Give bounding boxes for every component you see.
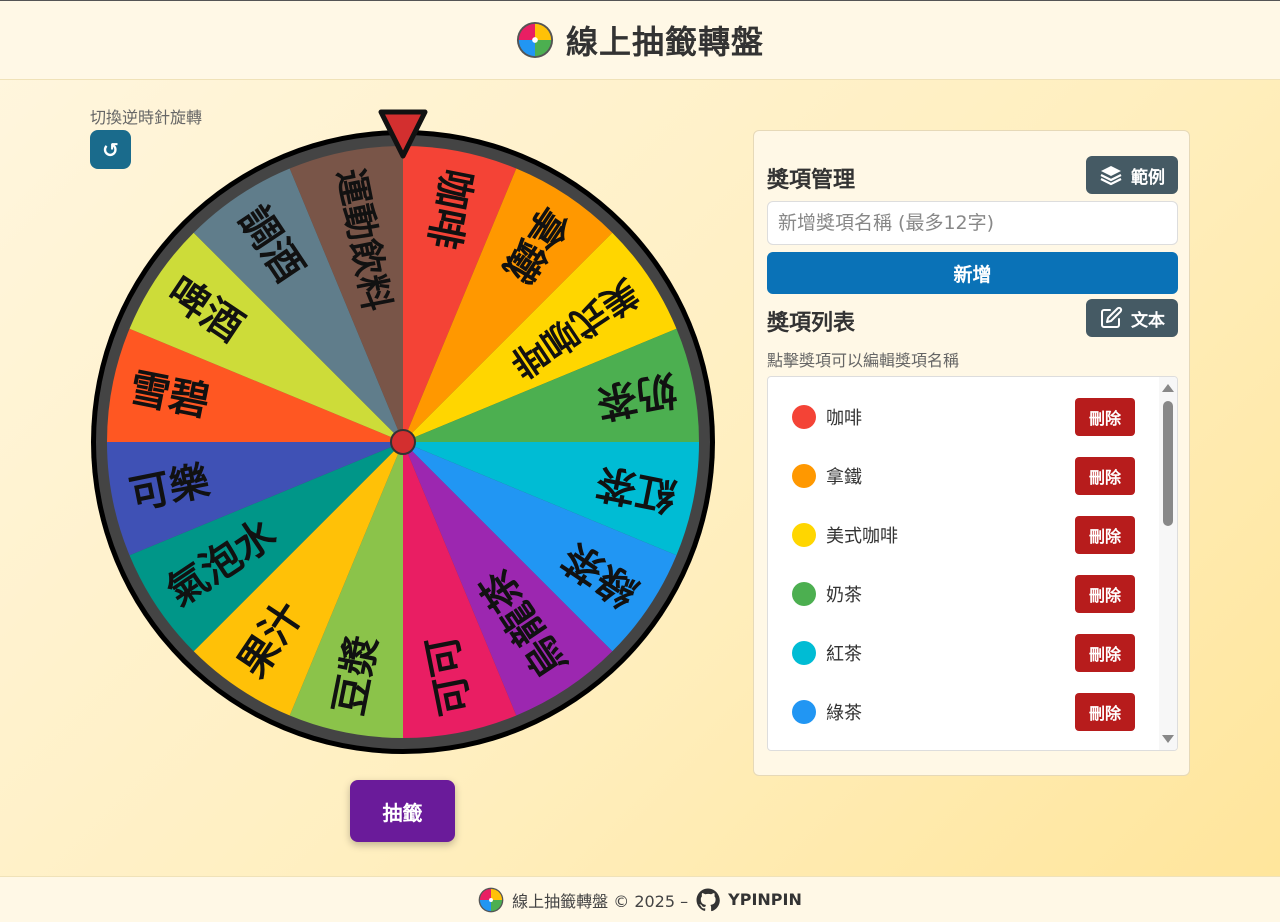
delete-button[interactable]: 刪除	[1075, 692, 1135, 731]
scroll-up-icon[interactable]	[1162, 384, 1174, 392]
edit-icon	[1101, 306, 1123, 328]
list-item-label[interactable]: 紅茶	[826, 640, 862, 666]
color-dot	[792, 404, 816, 429]
list-scrollbar[interactable]	[1159, 377, 1177, 750]
color-wheel-logo-icon	[478, 887, 504, 912]
list-item[interactable]: 綠茶 刪除	[768, 682, 1158, 741]
list-item-label[interactable]: 咖啡	[826, 404, 862, 430]
list-item[interactable]: 美式咖啡 刪除	[768, 505, 1158, 564]
example-button-label: 範例	[1131, 167, 1165, 188]
prize-panel: 獎項管理 範例 新增 獎項列表 文本 點擊獎項可以編輯獎項名稱 咖啡刪除拿鐵刪除…	[753, 130, 1190, 776]
delete-button[interactable]: 刪除	[1075, 515, 1135, 554]
wheel-center-hub	[390, 429, 416, 455]
delete-button[interactable]: 刪除	[1075, 456, 1135, 495]
color-dot	[792, 522, 816, 547]
delete-button[interactable]: 刪除	[1075, 574, 1135, 613]
delete-button[interactable]: 刪除	[1075, 633, 1135, 672]
color-dot	[792, 581, 816, 606]
list-item-label[interactable]: 綠茶	[826, 699, 862, 725]
page-title: 線上抽籤轉盤	[565, 23, 764, 61]
prize-list-title: 獎項列表	[767, 311, 856, 336]
example-button[interactable]: 範例	[1086, 156, 1178, 194]
github-icon[interactable]	[696, 888, 720, 912]
layers-icon	[1100, 166, 1122, 186]
draw-button[interactable]: 抽籤	[350, 780, 455, 842]
edit-hint: 點擊獎項可以編輯獎項名稱	[767, 351, 960, 370]
prize-name-input[interactable]	[767, 201, 1178, 245]
text-mode-button[interactable]: 文本	[1086, 299, 1178, 337]
prize-list[interactable]: 咖啡 刪除 拿鐵 刪除 美式咖啡 刪除 奶茶 刪除 紅茶 刪除 綠茶 刪除	[767, 376, 1178, 751]
text-mode-button-label: 文本	[1131, 310, 1165, 331]
footer-brand-link[interactable]: YPINPIN	[728, 890, 802, 909]
list-item[interactable]: 咖啡 刪除	[768, 387, 1158, 446]
color-dot	[792, 640, 816, 665]
footer: 線上抽籤轉盤 © 2025 – YPINPIN	[0, 876, 1280, 922]
scroll-thumb[interactable]	[1163, 401, 1173, 526]
delete-button[interactable]: 刪除	[1075, 397, 1135, 436]
list-item[interactable]: 奶茶 刪除	[768, 564, 1158, 623]
list-item-label[interactable]: 奶茶	[826, 581, 862, 607]
footer-text: 線上抽籤轉盤 © 2025 –	[512, 891, 689, 911]
prize-management-title: 獎項管理	[767, 168, 856, 193]
list-item-label[interactable]: 美式咖啡	[826, 522, 898, 548]
color-wheel-logo-icon	[516, 21, 554, 59]
list-item[interactable]: 紅茶 刪除	[768, 623, 1158, 682]
color-dot	[792, 463, 816, 488]
header: 線上抽籤轉盤	[0, 0, 1280, 80]
prize-wheel[interactable]: 咖啡 拿鐵 美式咖啡 奶茶 紅茶 綠茶 烏龍茶 可可 豆漿 果汁 氣泡水 可樂 雪碧 啤酒 調酒 運動飲料	[90, 108, 716, 758]
add-prize-button[interactable]: 新增	[767, 252, 1178, 294]
list-item[interactable]: 拿鐵 刪除	[768, 446, 1158, 505]
color-dot	[792, 699, 816, 724]
scroll-down-icon[interactable]	[1162, 735, 1174, 743]
list-item-label[interactable]: 拿鐵	[826, 463, 862, 489]
